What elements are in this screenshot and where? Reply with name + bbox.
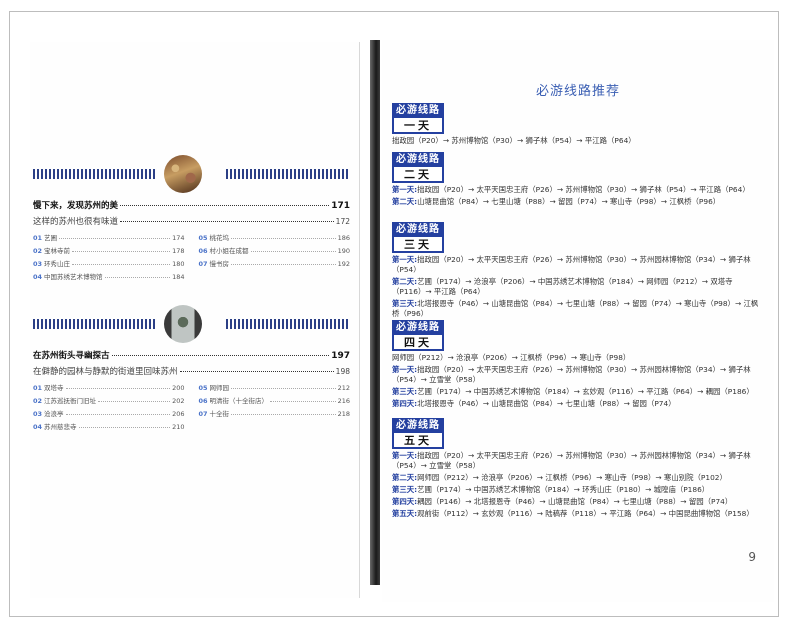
book-spine <box>370 40 380 585</box>
toc-item[interactable]: 06 村小姐在成都 190 <box>199 245 351 255</box>
stripe-decoration <box>33 319 157 329</box>
route-block: 必游线路 五天第一天:拙政园（P20）→ 太平天国忠王府（P26）→ 苏州博物馆（… <box>392 418 762 519</box>
route-badge: 必游线路 四天 <box>392 320 444 351</box>
toc-item[interactable]: 01 艺圃 174 <box>33 232 185 242</box>
stripe-decoration <box>226 169 350 179</box>
route-line: 第一天:拙政园（P20）→ 太平天国忠王府（P26）→ 苏州博物馆（P30）→ … <box>392 451 751 470</box>
route-line: 第二天:艺圃（P174）→ 沧浪亭（P206）→ 中国苏绣艺术博物馆（P184）… <box>392 277 733 296</box>
route-badge: 必游线路 三天 <box>392 222 444 253</box>
toc-item[interactable]: 04 中国苏绣艺术博物馆 184 <box>33 271 185 281</box>
toc-item[interactable]: 03 沧浪亭 206 <box>33 408 185 418</box>
stripe-decoration <box>226 319 350 329</box>
toc-item[interactable]: 05 桃花坞 186 <box>199 232 351 242</box>
toc-item[interactable]: 01 双塔寺 200 <box>33 382 185 392</box>
toc-section-2: 在苏州街头寻幽探古 197 在僻静的园林与静默的街道里回味苏州 198 01 双塔… <box>33 305 350 431</box>
route-line: 第二天:山塘昆曲馆（P84）→ 七里山塘（P88）→ 留园（P74）→ 寒山寺（… <box>392 197 721 206</box>
route-line: 第一天:拙政园（P20）→ 太平天国忠王府（P26）→ 苏州博物馆（P30）→ … <box>392 255 751 274</box>
toc-subtitle[interactable]: 在僻静的园林与静默的街道里回味苏州 198 <box>33 365 350 377</box>
toc-item[interactable]: 02 江苏巡抚衙门旧址 202 <box>33 395 185 405</box>
page-title: 必游线路推荐 <box>535 84 620 99</box>
route-block: 必游线路 三天第一天:拙政园（P20）→ 太平天国忠王府（P26）→ 苏州博物馆（… <box>392 222 762 319</box>
route-line: 第三天:艺圃（P174）→ 中国苏绣艺术博物馆（P184）→ 玄妙观（P116）… <box>392 387 754 396</box>
route-block: 必游线路 一天拙政园（P20）→ 苏州博物馆（P30）→ 狮子林（P54）→ 平江… <box>392 103 762 146</box>
section-photo <box>164 305 202 343</box>
route-line: 第五天:观前街（P112）→ 玄妙观（P116）→ 陆稿荐（P118）→ 平江路… <box>392 509 754 518</box>
toc-item[interactable]: 02 宝林寺前 178 <box>33 245 185 255</box>
route-line: 第四天:北塔报恩寺（P46）→ 山塘昆曲馆（P84）→ 七里山塘（P88）→ 留… <box>392 399 676 408</box>
toc-chapter-title[interactable]: 在苏州街头寻幽探古 197 <box>33 349 350 361</box>
route-block: 必游线路 四天网师园（P212）→ 沧浪亭（P206）→ 江枫桥（P96）→ 寒山… <box>392 320 762 409</box>
toc-item[interactable]: 06 明清街（十全街店） 216 <box>199 395 351 405</box>
route-badge: 必游线路 一天 <box>392 103 444 134</box>
section-header <box>33 155 350 193</box>
route-badge: 必游线路 五天 <box>392 418 444 449</box>
right-page: 必游线路推荐 必游线路 一天拙政园（P20）→ 苏州博物馆（P30）→ 狮子林（P… <box>382 40 774 602</box>
toc-chapter-title[interactable]: 慢下来，发现苏州的美 171 <box>33 199 350 211</box>
toc-item[interactable]: 07 十全街 218 <box>199 408 351 418</box>
route-line: 拙政园（P20）→ 苏州博物馆（P30）→ 狮子林（P54）→ 平江路（P64） <box>392 136 636 145</box>
stripe-decoration <box>33 169 157 179</box>
toc-item[interactable]: 04 苏州慈悲寺 210 <box>33 421 185 431</box>
toc-item[interactable]: 03 环秀山庄 180 <box>33 258 185 268</box>
toc-section-1: 慢下来，发现苏州的美 171 这样的苏州也很有味道 172 01 艺圃 174 05 桃… <box>33 155 350 281</box>
toc-items: 01 双塔寺 200 05 网师园 212 02 江苏巡抚衙门旧址 202 06 明清街（十全街店）… <box>33 382 350 431</box>
route-line: 第四天:耦园（P146）→ 北塔报恩寺（P46）→ 山塘昆曲馆（P84）→ 七里… <box>392 497 733 506</box>
page-number: 9 <box>748 550 756 564</box>
route-badge: 必游线路 二天 <box>392 152 444 183</box>
toc-item[interactable]: 07 慢书房 192 <box>199 258 351 268</box>
route-line: 第一天:拙政园（P20）→ 太平天国忠王府（P26）→ 苏州博物馆（P30）→ … <box>392 365 751 384</box>
section-header <box>33 305 350 343</box>
section-photo <box>164 155 202 193</box>
toc-item[interactable]: 05 网师园 212 <box>199 382 351 392</box>
route-line: 第二天:网师园（P212）→ 沧浪亭（P206）→ 江枫桥（P96）→ 寒山寺（… <box>392 473 727 482</box>
route-line: 第三天:艺圃（P174）→ 中国苏绣艺术博物馆（P184）→ 环秀山庄（P180… <box>392 485 710 494</box>
toc-items: 01 艺圃 174 05 桃花坞 186 02 宝林寺前 178 06 村小姐在成都 190 03 环秀山… <box>33 232 350 281</box>
route-line: 网师园（P212）→ 沧浪亭（P206）→ 江枫桥（P96）→ 寒山寺（P98） <box>392 353 631 362</box>
route-line: 第一天:拙政园（P20）→ 太平天国忠王府（P26）→ 苏州博物馆（P30）→ … <box>392 185 750 194</box>
route-line: 第三天:北塔报恩寺（P46）→ 山塘昆曲馆（P84）→ 七里山塘（P88）→ 留… <box>392 299 759 318</box>
toc-subtitle[interactable]: 这样的苏州也很有味道 172 <box>33 215 350 227</box>
route-block: 必游线路 二天第一天:拙政园（P20）→ 太平天国忠王府（P26）→ 苏州博物馆（… <box>392 152 762 207</box>
